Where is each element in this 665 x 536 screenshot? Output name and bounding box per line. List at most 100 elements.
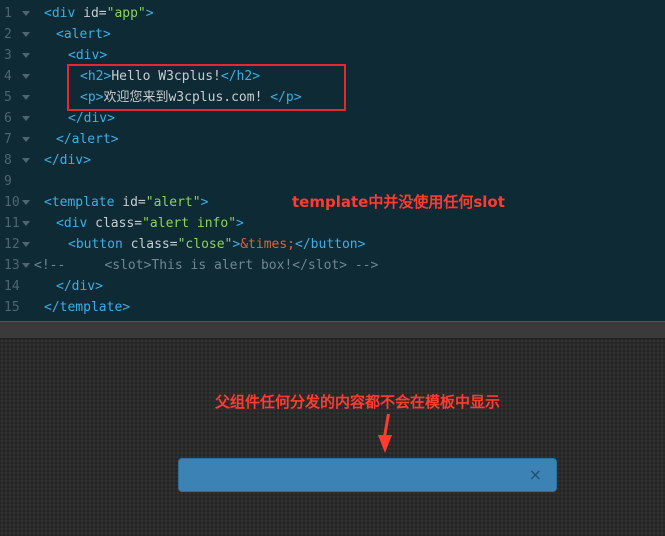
code-content: <div id="app"> [44, 3, 154, 24]
code-token: </ [68, 111, 84, 126]
code-token: </ [56, 279, 72, 294]
code-content: </div> [44, 150, 91, 171]
fold-arrow-icon[interactable] [22, 242, 30, 247]
code-token: div [75, 48, 100, 63]
code-token: > [145, 6, 154, 21]
code-token: "alert" [145, 195, 201, 210]
code-line[interactable]: 1 <div id="app"> [0, 3, 665, 24]
code-line[interactable]: 2 <alert> [0, 24, 665, 45]
annotation-template-note: template中并没使用任何slot [292, 193, 505, 211]
line-gutter: 10 [0, 192, 32, 213]
fold-arrow-icon[interactable] [22, 11, 30, 16]
alert-info-box: × [178, 458, 557, 492]
line-gutter: 9 [0, 171, 32, 192]
line-number: 7 [4, 132, 12, 147]
line-gutter: 15 [0, 297, 32, 318]
line-number: 14 [4, 279, 20, 294]
fold-arrow-icon[interactable] [22, 137, 30, 142]
line-gutter: 8 [0, 150, 32, 171]
line-number: 5 [4, 90, 12, 105]
code-token: > [99, 48, 108, 63]
code-token: id= [114, 195, 146, 210]
code-content: <!-- <slot>This is alert box!</slot> --> [34, 255, 378, 276]
code-token: template [59, 300, 123, 315]
code-content: <div> [68, 45, 107, 66]
code-line[interactable]: 13 <!-- <slot>This is alert box!</slot> -… [0, 255, 665, 276]
code-content: </alert> [56, 129, 119, 150]
code-token: "alert info" [142, 216, 237, 231]
line-gutter: 6 [0, 108, 32, 129]
code-line[interactable]: 8 </div> [0, 150, 665, 171]
fold-arrow-icon[interactable] [22, 116, 30, 121]
fold-arrow-icon[interactable] [22, 95, 30, 100]
code-token: > [107, 111, 115, 126]
code-token: > [83, 153, 91, 168]
code-line[interactable]: 12 <button class="close">&times;</button> [0, 234, 665, 255]
line-number: 15 [4, 300, 20, 315]
line-gutter: 5 [0, 87, 32, 108]
code-token: id= [75, 6, 107, 21]
code-token: < [68, 237, 76, 252]
code-token: > [102, 27, 111, 42]
code-line[interactable]: 6 </div> [0, 108, 665, 129]
line-gutter: 4 [0, 66, 32, 87]
code-token: < [68, 48, 76, 63]
line-gutter: 1 [0, 3, 32, 24]
code-token: class= [122, 237, 178, 252]
line-number: 11 [4, 216, 20, 231]
close-button[interactable]: × [529, 466, 542, 484]
code-token: < [56, 216, 64, 231]
code-token: div [51, 6, 76, 21]
code-token: < [44, 195, 52, 210]
code-line[interactable]: 7 </alert> [0, 129, 665, 150]
code-line[interactable]: 14 </div> [0, 276, 665, 297]
code-line[interactable]: 3 <div> [0, 45, 665, 66]
code-token: &times; [240, 237, 296, 252]
code-token: template [51, 195, 115, 210]
fold-arrow-icon[interactable] [22, 53, 30, 58]
line-gutter: 12 [0, 234, 32, 255]
code-content: <template id="alert"> [44, 192, 208, 213]
line-gutter: 7 [0, 129, 32, 150]
code-token: > [110, 132, 119, 147]
fold-arrow-icon[interactable] [22, 74, 30, 79]
code-token: < [56, 27, 64, 42]
line-number: 13 [4, 258, 20, 273]
code-token: <!-- <slot>This is alert box!</slot> --> [34, 258, 379, 273]
code-token: < [44, 6, 52, 21]
code-token: > [200, 195, 209, 210]
code-line[interactable]: 15 </template> [0, 297, 665, 318]
fold-arrow-icon[interactable] [22, 32, 30, 37]
code-content: </template> [44, 297, 130, 318]
code-token: div [59, 153, 84, 168]
code-token: > [236, 216, 244, 231]
code-token: button [310, 237, 358, 252]
code-token: div [71, 279, 96, 294]
line-gutter: 2 [0, 24, 32, 45]
code-line[interactable]: 11 <div class="alert info"> [0, 213, 665, 234]
code-token: </ [44, 300, 60, 315]
code-content: <button class="close">&times;</button> [68, 234, 365, 255]
code-editor[interactable]: 1 <div id="app"> 2 <alert> 3 <div> 4 <h2>Hello … [0, 0, 665, 321]
pane-divider[interactable] [0, 321, 665, 339]
code-token: </ [56, 132, 72, 147]
preview-pane: 父组件任何分发的内容都不会在模板中显示 × [0, 339, 665, 536]
code-token: button [75, 237, 123, 252]
fold-arrow-icon[interactable] [22, 158, 30, 163]
annotation-preview-note: 父组件任何分发的内容都不会在模板中显示 [215, 393, 501, 411]
line-number: 10 [4, 195, 20, 210]
fold-arrow-icon[interactable] [22, 263, 30, 268]
code-content: </div> [56, 276, 103, 297]
code-content: <div class="alert info"> [56, 213, 244, 234]
code-token: > [95, 279, 103, 294]
line-gutter: 3 [0, 45, 32, 66]
code-token: div [63, 216, 88, 231]
line-gutter: 11 [0, 213, 32, 234]
code-token: </ [44, 153, 60, 168]
code-line[interactable]: 9 [0, 171, 665, 192]
arrow-icon [378, 435, 392, 453]
line-number: 6 [4, 111, 12, 126]
fold-arrow-icon[interactable] [22, 200, 30, 205]
fold-arrow-icon[interactable] [22, 221, 30, 226]
line-number: 9 [4, 174, 12, 189]
